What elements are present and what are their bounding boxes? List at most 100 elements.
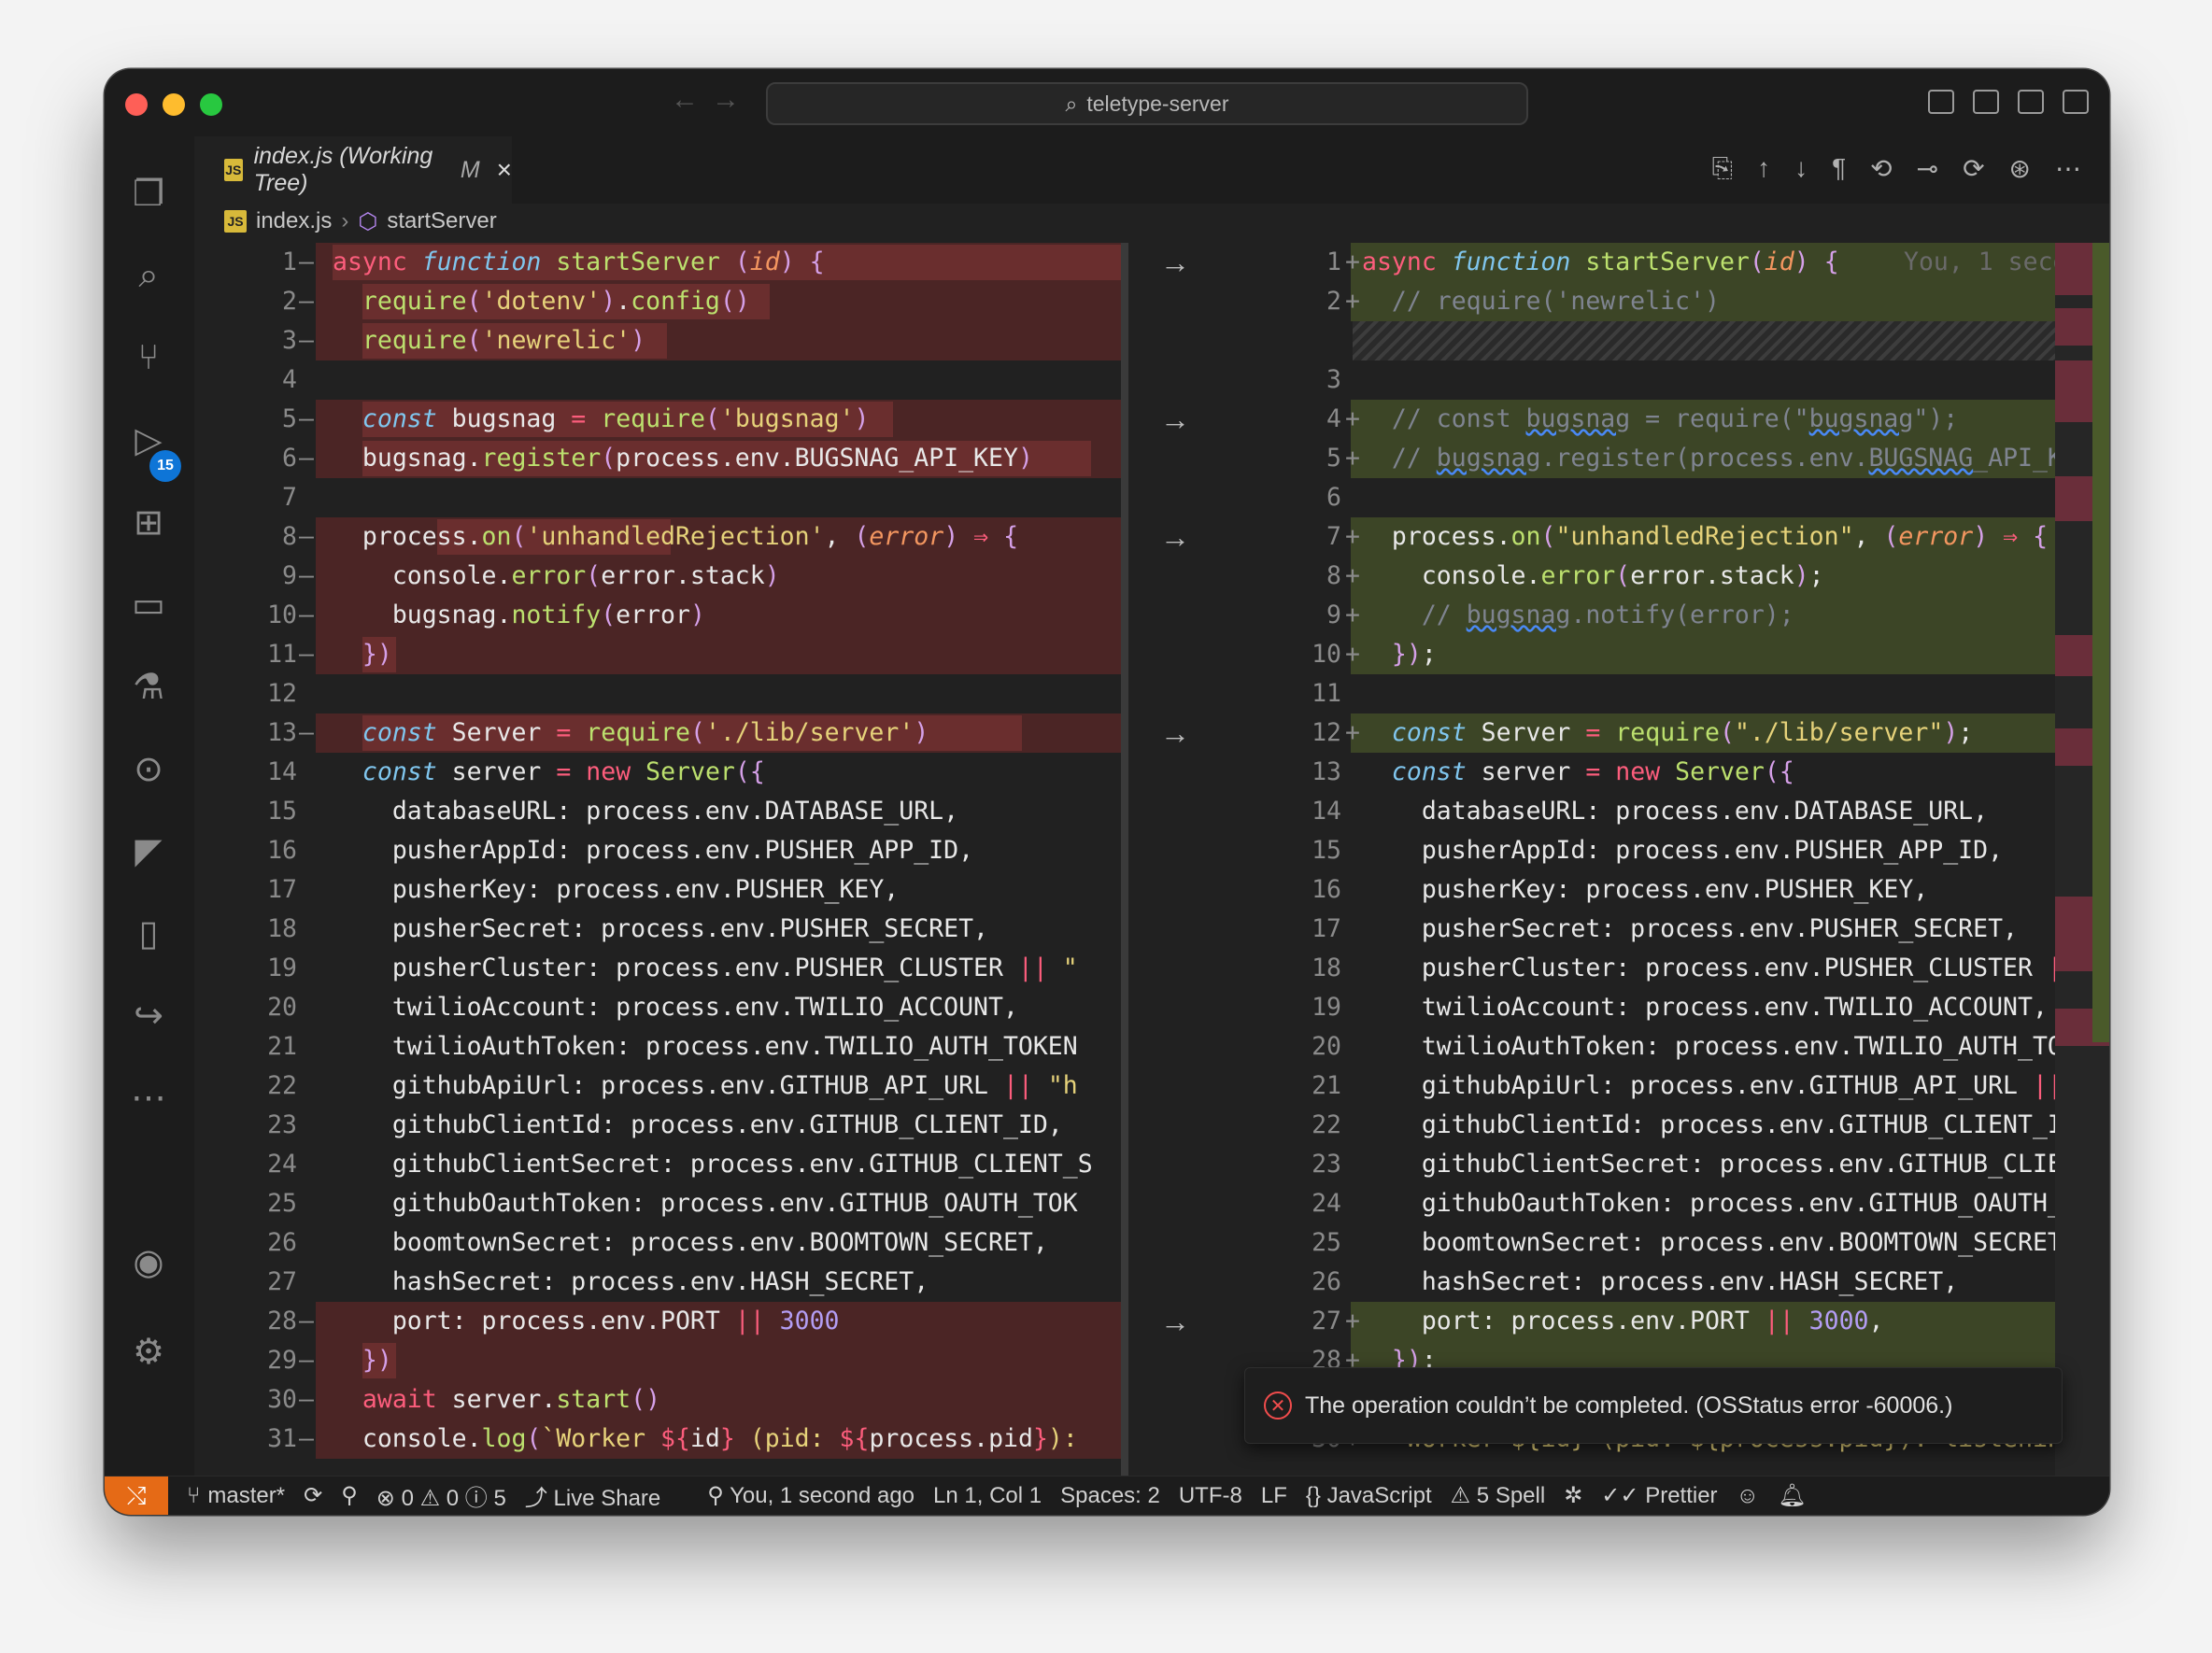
- vscode-window: ← → ⌕ teletype-server ❐ ⌕ ⑂ 15 ▷ ⊞ ▭ ⚗ ⊙…: [105, 69, 2109, 1515]
- sync-icon[interactable]: ⟳: [304, 1482, 322, 1509]
- revert-change-icon[interactable]: →: [1128, 243, 1222, 282]
- code-line: 26 hashSecret: process.env.HASH_SECRET,: [1312, 1267, 1959, 1296]
- code-line: 9 + // bugsnag.notify(error);: [1222, 596, 2109, 635]
- error-count: 0: [401, 1486, 414, 1511]
- customize-layout-icon[interactable]: [2063, 90, 2089, 114]
- code-line: 20 twilioAccount: process.env.TWILIO_ACC…: [267, 993, 1018, 1022]
- code-line: 17 pusherSecret: process.env.PUSHER_SECR…: [1312, 914, 2018, 943]
- toggle-panel-icon[interactable]: [1973, 90, 1999, 114]
- search-label: teletype-server: [1086, 91, 1229, 116]
- source-control-icon[interactable]: ⑂: [125, 334, 172, 381]
- modified-indicator: M: [460, 156, 480, 183]
- problems-status[interactable]: ⊗ 0 ⚠ 0 ⓘ 5: [376, 1479, 506, 1512]
- testing-icon[interactable]: ⚗: [125, 663, 172, 710]
- breadcrumb: JS index.js › ⬡ startServer: [224, 205, 497, 237]
- notifications-bell-icon[interactable]: 🔔︎: [1778, 1482, 1806, 1509]
- whitespace-icon[interactable]: ¶: [1832, 153, 1846, 184]
- error-message: The operation couldn’t be completed. (OS…: [1305, 1392, 1953, 1419]
- end-of-line[interactable]: LF: [1261, 1483, 1287, 1509]
- warning-count: 0: [446, 1486, 460, 1511]
- code-line: 12: [267, 679, 297, 708]
- go-forward-icon[interactable]: ⟳: [1963, 153, 1984, 184]
- error-icon: ✕: [1264, 1392, 1292, 1420]
- language-mode[interactable]: {} JavaScript: [1306, 1483, 1432, 1509]
- terraform-icon[interactable]: ◤: [125, 827, 172, 874]
- extension-icon[interactable]: ✲: [1564, 1482, 1582, 1509]
- branch-name[interactable]: master*: [207, 1483, 285, 1509]
- code-line: 31— console.log(`Worker ${id} (pid: ${pr…: [194, 1420, 1222, 1459]
- revert-change-icon[interactable]: →: [1128, 400, 1222, 439]
- prettier-status[interactable]: ✓✓ Prettier: [1601, 1482, 1717, 1509]
- account-icon[interactable]: ◉: [125, 1238, 172, 1285]
- extensions-icon[interactable]: ⊞: [125, 499, 172, 545]
- revert-change-icon[interactable]: →: [1128, 1302, 1222, 1341]
- code-line: 6: [1326, 483, 1341, 512]
- timeline-icon[interactable]: ⊸: [1917, 153, 1938, 184]
- open-file-icon[interactable]: ⎘: [1712, 153, 1733, 184]
- run-debug-icon[interactable]: ▷: [125, 417, 172, 463]
- code-line: 27 + port: process.env.PORT || 3000,: [1222, 1302, 2109, 1341]
- git-graph-icon[interactable]: ⊙: [125, 745, 172, 792]
- branch-icon: ⑂: [187, 1482, 201, 1508]
- blame-text: You, 1 second ago: [730, 1483, 915, 1508]
- explorer-icon[interactable]: ❐: [125, 170, 172, 217]
- settings-gear-icon[interactable]: ⚙: [125, 1328, 172, 1375]
- command-center-search[interactable]: ⌕ teletype-server: [766, 82, 1528, 125]
- code-line: 24 githubClientSecret: process.env.GITHU…: [267, 1150, 1093, 1179]
- code-line: 11: [1312, 679, 1341, 708]
- feedback-icon[interactable]: ☺: [1737, 1483, 1760, 1509]
- encoding[interactable]: UTF-8: [1179, 1483, 1242, 1509]
- error-notification[interactable]: ✕ The operation couldn’t be completed. (…: [1244, 1367, 2063, 1444]
- revert-change-icon[interactable]: →: [1128, 517, 1222, 557]
- code-line: 2 + // require('newrelic'): [1222, 282, 2109, 321]
- previous-change-icon[interactable]: ↑: [1757, 153, 1770, 184]
- close-window-button[interactable]: [125, 93, 148, 116]
- zoom-window-button[interactable]: [200, 93, 222, 116]
- code-line: 21 githubApiUrl: process.env.GITHUB_API_…: [1312, 1071, 2107, 1100]
- indentation[interactable]: Spaces: 2: [1060, 1483, 1160, 1509]
- code-line: 11— }): [194, 635, 1222, 674]
- notebook-icon[interactable]: ▯: [125, 910, 172, 956]
- toggle-sidebar-icon[interactable]: [1928, 90, 1954, 114]
- tab-index-js[interactable]: JS index.js (Working Tree) M ×: [194, 136, 512, 204]
- next-change-icon[interactable]: ↓: [1794, 153, 1808, 184]
- prettier-label: Prettier: [1645, 1483, 1718, 1508]
- remote-indicator-icon[interactable]: ⤭: [105, 1476, 168, 1515]
- code-line: 23 githubClientSecret: process.env.GITHU…: [1312, 1150, 2109, 1179]
- code-line: 5 + // bugsnag.register(process.env.BUGSN…: [1222, 439, 2109, 478]
- spell-check-status[interactable]: ⚠ 5 Spell: [1451, 1482, 1546, 1509]
- live-share-icon[interactable]: ↪: [125, 992, 172, 1038]
- code-line: 25 boomtownSecret: process.env.BOOMTOWN_…: [1312, 1228, 2077, 1257]
- back-arrow-icon[interactable]: ←: [671, 84, 699, 116]
- code-line: 16 pusherAppId: process.env.PUSHER_APP_I…: [267, 836, 974, 865]
- breadcrumb-file[interactable]: index.js: [256, 208, 332, 234]
- go-back-icon[interactable]: ⟲: [1870, 153, 1892, 184]
- code-line: 6— bugsnag.register(process.env.BUGSNAG_…: [194, 439, 1222, 478]
- search-icon[interactable]: ⌕: [125, 252, 172, 299]
- blame-status[interactable]: ⚲ You, 1 second ago: [707, 1482, 915, 1509]
- minimize-window-button[interactable]: [163, 93, 185, 116]
- close-tab-icon[interactable]: ×: [497, 155, 512, 185]
- code-line: 13— const Server = require('./lib/server…: [194, 713, 1222, 753]
- breadcrumb-symbol[interactable]: startServer: [387, 208, 496, 234]
- git-lens-icon[interactable]: ⊛: [2009, 153, 2031, 184]
- code-line: 25 githubOauthToken: process.env.GITHUB_…: [267, 1189, 1078, 1218]
- code-line: 29— }): [194, 1341, 1222, 1380]
- editor-toolbar: ⎘ ↑ ↓ ¶ ⟲ ⊸ ⟳ ⊛ ⋯: [1712, 153, 2081, 184]
- remote-explorer-icon[interactable]: ▭: [125, 581, 172, 628]
- more-icon[interactable]: ⋯: [125, 1074, 172, 1121]
- toggle-secondary-sidebar-icon[interactable]: [2018, 90, 2044, 114]
- git-graph-status-icon[interactable]: ⚲: [341, 1482, 358, 1509]
- cube-icon: ⬡: [358, 208, 378, 234]
- more-actions-icon[interactable]: ⋯: [2055, 153, 2081, 184]
- diff-left-editor[interactable]: 1— async function startServer (id) { 2— r…: [194, 243, 1222, 1476]
- cursor-position[interactable]: Ln 1, Col 1: [933, 1483, 1042, 1509]
- minimap[interactable]: [2055, 243, 2109, 1476]
- revert-change-icon[interactable]: →: [1128, 713, 1222, 753]
- diff-right-editor[interactable]: 1 + async function startServer(id) {You, 1…: [1222, 243, 2109, 1476]
- code-line: 28— port: process.env.PORT || 3000: [194, 1302, 1222, 1341]
- live-share-button[interactable]: ⤴ Live Share: [525, 1479, 660, 1512]
- code-line: 13 const server = new Server({: [1312, 757, 1794, 786]
- forward-arrow-icon[interactable]: →: [712, 84, 740, 116]
- code-line: 19 pusherCluster: process.env.PUSHER_CLU…: [267, 954, 1078, 982]
